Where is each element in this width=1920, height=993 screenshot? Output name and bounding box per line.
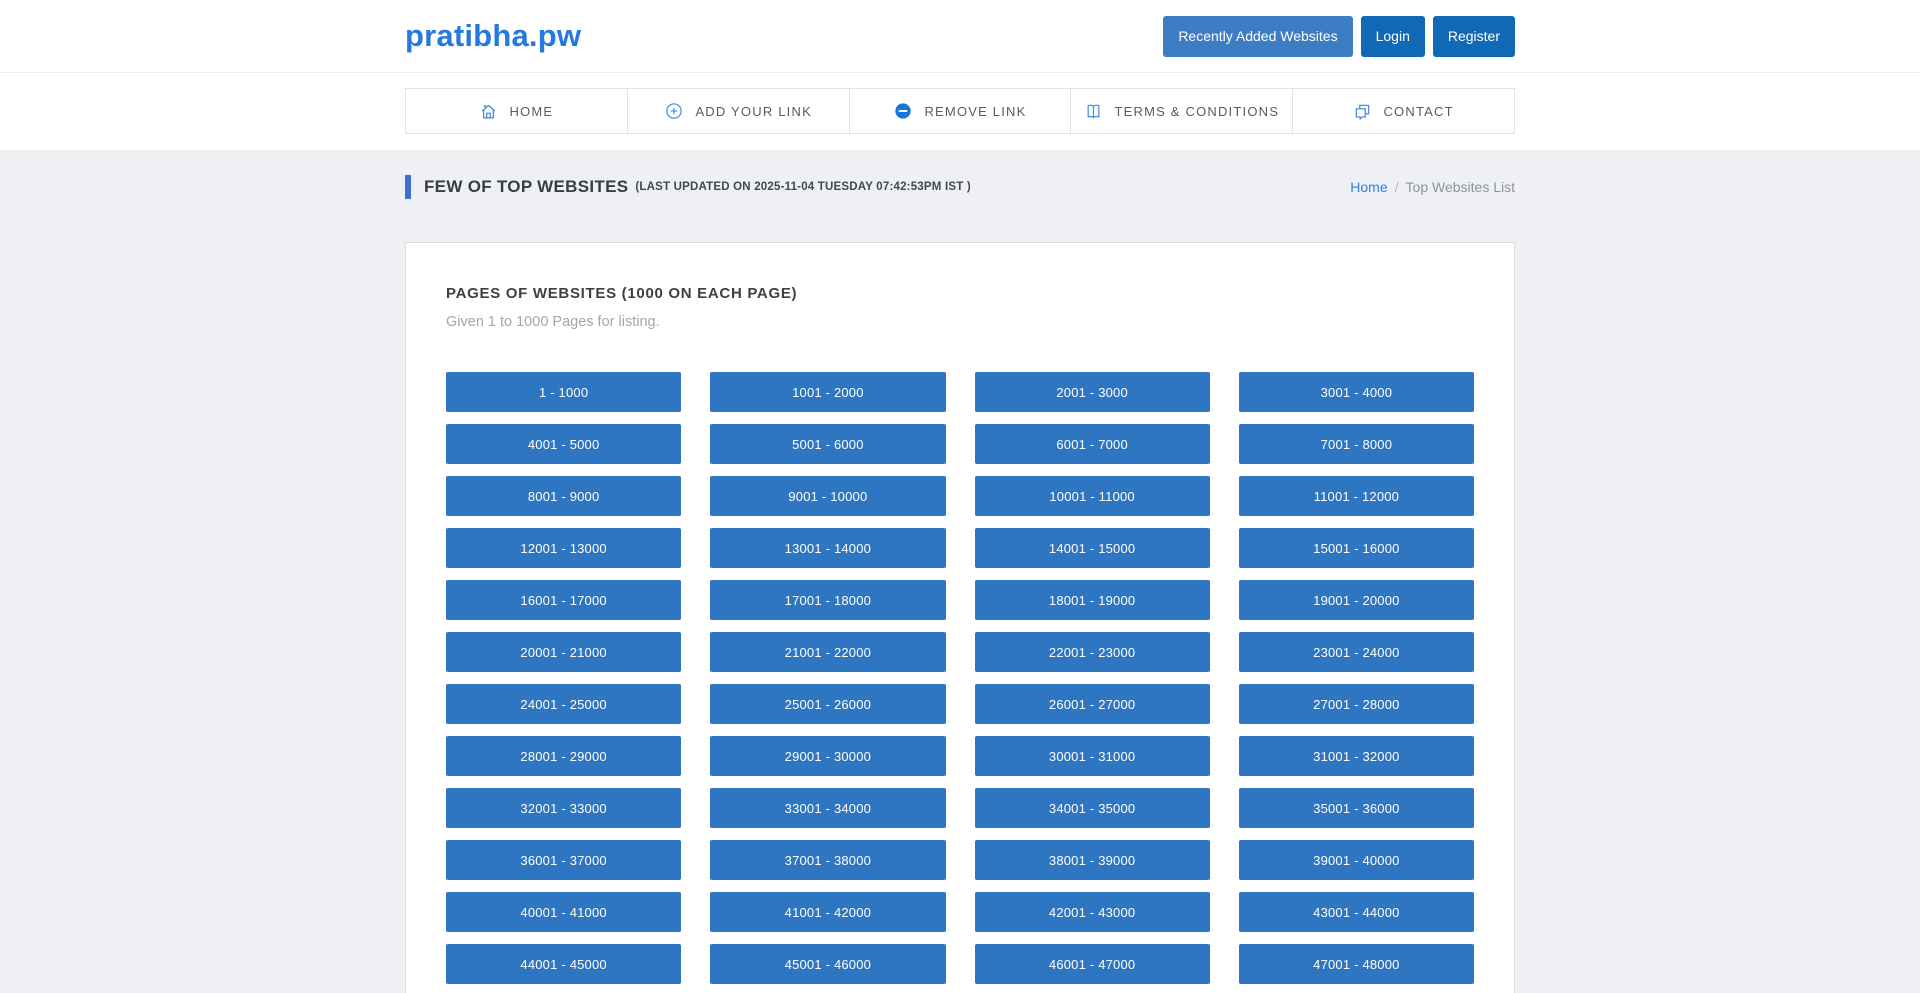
page-range-button[interactable]: 10001 - 11000 — [975, 476, 1210, 516]
site-header: pratibha.pw Recently Added Websites Logi… — [0, 0, 1920, 73]
page-range-button[interactable]: 42001 - 43000 — [975, 892, 1210, 932]
pages-card: PAGES OF WEBSITES (1000 ON EACH PAGE) Gi… — [405, 242, 1515, 993]
contact-icon — [1353, 102, 1372, 121]
nav-item-contact[interactable]: CONTACT — [1293, 89, 1514, 133]
page-range-button[interactable]: 4001 - 5000 — [446, 424, 681, 464]
page-range-button[interactable]: 12001 - 13000 — [446, 528, 681, 568]
page-range-button[interactable]: 37001 - 38000 — [710, 840, 945, 880]
page-range-button[interactable]: 35001 - 36000 — [1239, 788, 1474, 828]
page-range-button[interactable]: 45001 - 46000 — [710, 944, 945, 984]
page-range-button[interactable]: 30001 - 31000 — [975, 736, 1210, 776]
card-heading: PAGES OF WEBSITES (1000 ON EACH PAGE) — [446, 285, 1474, 302]
page-range-button[interactable]: 25001 - 26000 — [710, 684, 945, 724]
main-nav: HOME ADD YOUR LINK REMOVE LINK — [405, 88, 1515, 134]
page-range-button[interactable]: 22001 - 23000 — [975, 632, 1210, 672]
last-updated-note: (LAST UPDATED ON 2025-11-04 TUESDAY 07:4… — [635, 181, 970, 193]
page-range-button[interactable]: 43001 - 44000 — [1239, 892, 1474, 932]
page-range-button[interactable]: 18001 - 19000 — [975, 580, 1210, 620]
page-range-button[interactable]: 41001 - 42000 — [710, 892, 945, 932]
nav-item-label: ADD YOUR LINK — [695, 104, 812, 119]
terms-icon — [1084, 102, 1103, 121]
register-button[interactable]: Register — [1433, 16, 1515, 57]
page-range-button[interactable]: 5001 - 6000 — [710, 424, 945, 464]
title-marker-bar — [405, 175, 411, 199]
nav-item-label: CONTACT — [1383, 104, 1453, 119]
remove-link-icon — [893, 101, 913, 121]
page-range-button[interactable]: 36001 - 37000 — [446, 840, 681, 880]
page-range-button[interactable]: 7001 - 8000 — [1239, 424, 1474, 464]
page-range-button[interactable]: 1001 - 2000 — [710, 372, 945, 412]
page-range-button[interactable]: 17001 - 18000 — [710, 580, 945, 620]
page-range-button[interactable]: 21001 - 22000 — [710, 632, 945, 672]
breadcrumb-separator: / — [1395, 179, 1399, 195]
page-range-button[interactable]: 19001 - 20000 — [1239, 580, 1474, 620]
page-range-button[interactable]: 44001 - 45000 — [446, 944, 681, 984]
page-range-button[interactable]: 11001 - 12000 — [1239, 476, 1474, 516]
page-range-button[interactable]: 24001 - 25000 — [446, 684, 681, 724]
nav-item-label: TERMS & CONDITIONS — [1114, 104, 1279, 119]
page-range-button[interactable]: 28001 - 29000 — [446, 736, 681, 776]
header-actions: Recently Added Websites Login Register — [1163, 16, 1515, 57]
nav-item-terms-and-conditions[interactable]: TERMS & CONDITIONS — [1071, 89, 1293, 133]
recently-added-websites-button[interactable]: Recently Added Websites — [1163, 16, 1352, 57]
page-range-button[interactable]: 3001 - 4000 — [1239, 372, 1474, 412]
breadcrumb-current: Top Websites List — [1406, 179, 1515, 195]
page-range-button[interactable]: 29001 - 30000 — [710, 736, 945, 776]
page-range-button[interactable]: 39001 - 40000 — [1239, 840, 1474, 880]
page-range-button[interactable]: 40001 - 41000 — [446, 892, 681, 932]
page-title-row: FEW OF TOP WEBSITES (LAST UPDATED ON 202… — [405, 172, 1515, 202]
page-range-button[interactable]: 32001 - 33000 — [446, 788, 681, 828]
page-range-button[interactable]: 38001 - 39000 — [975, 840, 1210, 880]
pagination-grid: 1 - 1000 1001 - 2000 2001 - 3000 3001 - 400… — [446, 372, 1474, 984]
nav-item-label: HOME — [509, 104, 553, 119]
page-range-button[interactable]: 13001 - 14000 — [710, 528, 945, 568]
nav-item-label: REMOVE LINK — [924, 104, 1026, 119]
nav-item-remove-link[interactable]: REMOVE LINK — [850, 89, 1072, 133]
card-subheading: Given 1 to 1000 Pages for listing. — [446, 314, 1474, 330]
page-range-button[interactable]: 1 - 1000 — [446, 372, 681, 412]
page-range-button[interactable]: 20001 - 21000 — [446, 632, 681, 672]
page-range-button[interactable]: 2001 - 3000 — [975, 372, 1210, 412]
page-range-button[interactable]: 23001 - 24000 — [1239, 632, 1474, 672]
main-nav-band: HOME ADD YOUR LINK REMOVE LINK — [0, 73, 1920, 150]
page-range-button[interactable]: 9001 - 10000 — [710, 476, 945, 516]
nav-item-home[interactable]: HOME — [406, 89, 628, 133]
page-range-button[interactable]: 26001 - 27000 — [975, 684, 1210, 724]
page-range-button[interactable]: 31001 - 32000 — [1239, 736, 1474, 776]
page-range-button[interactable]: 47001 - 48000 — [1239, 944, 1474, 984]
page-range-button[interactable]: 46001 - 47000 — [975, 944, 1210, 984]
page-range-button[interactable]: 15001 - 16000 — [1239, 528, 1474, 568]
login-button[interactable]: Login — [1361, 16, 1425, 57]
add-link-icon — [664, 101, 684, 121]
home-icon — [479, 102, 498, 121]
page-range-button[interactable]: 27001 - 28000 — [1239, 684, 1474, 724]
breadcrumb-home-link[interactable]: Home — [1350, 179, 1387, 195]
page-title: FEW OF TOP WEBSITES — [424, 177, 628, 197]
nav-item-add-your-link[interactable]: ADD YOUR LINK — [628, 89, 850, 133]
page-range-button[interactable]: 34001 - 35000 — [975, 788, 1210, 828]
breadcrumb: Home / Top Websites List — [1350, 179, 1515, 195]
page-range-button[interactable]: 8001 - 9000 — [446, 476, 681, 516]
site-logo[interactable]: pratibha.pw — [405, 18, 581, 54]
page-range-button[interactable]: 16001 - 17000 — [446, 580, 681, 620]
page-range-button[interactable]: 33001 - 34000 — [710, 788, 945, 828]
page-range-button[interactable]: 6001 - 7000 — [975, 424, 1210, 464]
page-range-button[interactable]: 14001 - 15000 — [975, 528, 1210, 568]
